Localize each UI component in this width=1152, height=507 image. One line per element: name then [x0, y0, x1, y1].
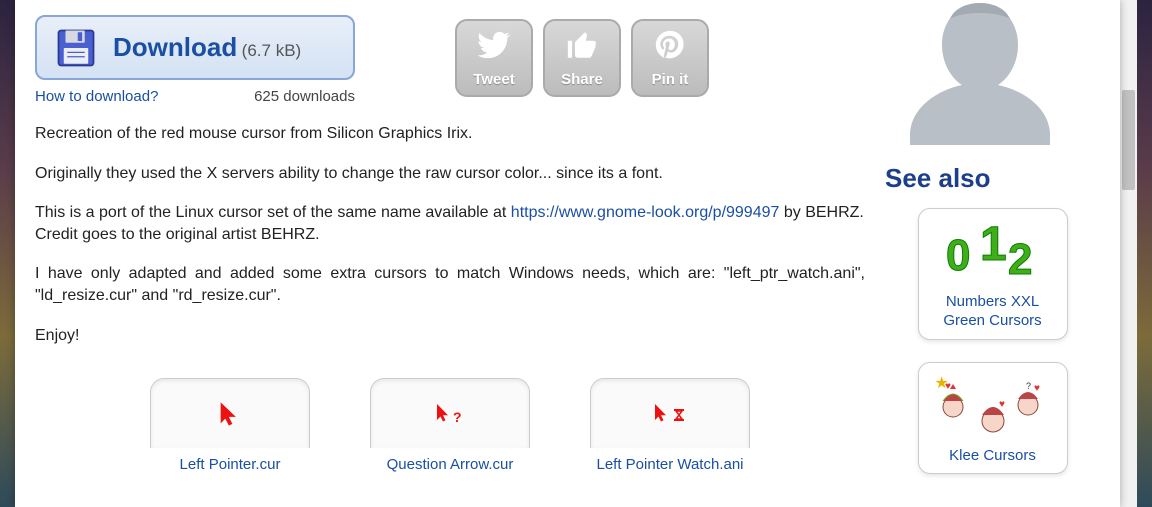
download-label: Download	[113, 32, 237, 62]
description-block: Recreation of the red mouse cursor from …	[35, 123, 865, 346]
desc-p4: I have only adapted and added some extra…	[35, 263, 865, 306]
sidebar: See also 0 1 2 Numbers XXL Green Cursors…	[885, 0, 1100, 496]
gnome-look-link[interactable]: https://www.gnome-look.org/p/999497	[511, 204, 780, 221]
how-to-download-link[interactable]: How to download?	[35, 88, 158, 105]
related-label: Numbers XXL Green Cursors	[927, 293, 1059, 331]
cursor-label: Left Pointer.cur	[180, 456, 281, 473]
share-buttons: Tweet Share Pin it	[455, 19, 709, 97]
cursor-preview: ?	[370, 378, 530, 448]
thumbs-up-icon	[565, 28, 599, 67]
tweet-button[interactable]: Tweet	[455, 19, 533, 97]
share-button[interactable]: Share	[543, 19, 621, 97]
download-size: (6.7 kB)	[242, 41, 302, 60]
bg-decoration-left	[0, 0, 15, 507]
desc-p5: Enjoy!	[35, 325, 865, 347]
cursor-item[interactable]: Left Pointer Watch.ani	[590, 378, 750, 473]
share-label: Share	[561, 71, 603, 88]
klee-icon: ♥ ♥ ? ♥	[933, 373, 1053, 439]
cursor-item[interactable]: Left Pointer.cur	[150, 378, 310, 473]
svg-text:?: ?	[453, 409, 462, 425]
avatar	[885, 0, 1075, 145]
cursor-preview	[150, 378, 310, 448]
numbers-xxl-icon: 0 1 2	[938, 222, 1048, 282]
see-also-heading: See also	[885, 163, 1100, 194]
pinit-label: Pin it	[652, 71, 689, 88]
cursor-gallery: Left Pointer.cur ? Question Arrow.cur L	[35, 378, 865, 473]
scrollbar-thumb[interactable]	[1122, 90, 1135, 190]
pinit-button[interactable]: Pin it	[631, 19, 709, 97]
page-container: Download (6.7 kB) How to download? 625 d…	[15, 0, 1120, 507]
avatar-icon	[890, 0, 1070, 145]
related-thumb: ★ ♥ ♥ ? ♥	[933, 371, 1053, 441]
download-count: 625 downloads	[254, 88, 355, 105]
svg-text:2: 2	[1008, 235, 1032, 282]
related-numbers-card[interactable]: 0 1 2 Numbers XXL Green Cursors	[918, 208, 1068, 340]
tweet-label: Tweet	[473, 71, 514, 88]
cursor-item[interactable]: ? Question Arrow.cur	[370, 378, 530, 473]
floppy-disk-icon	[55, 27, 97, 69]
related-klee-card[interactable]: ★ ♥ ♥ ? ♥	[918, 362, 1068, 475]
question-arrow-icon: ?	[433, 400, 467, 428]
cursor-preview	[590, 378, 750, 448]
pinterest-icon	[653, 28, 687, 67]
left-pointer-icon	[216, 400, 244, 428]
svg-text:0: 0	[946, 231, 970, 280]
twitter-icon	[477, 28, 511, 67]
related-thumb: 0 1 2	[933, 217, 1053, 287]
cursor-label: Left Pointer Watch.ani	[596, 456, 743, 473]
desc-p2: Originally they used the X servers abili…	[35, 163, 865, 185]
svg-text:♥: ♥	[1034, 383, 1040, 394]
scrollbar-track[interactable]	[1120, 0, 1137, 507]
svg-text:?: ?	[1026, 381, 1031, 391]
cursor-label: Question Arrow.cur	[387, 456, 514, 473]
star-icon: ★	[935, 373, 949, 393]
svg-text:♥: ♥	[999, 399, 1005, 410]
desc-p1: Recreation of the red mouse cursor from …	[35, 123, 865, 145]
main-column: Download (6.7 kB) How to download? 625 d…	[35, 15, 865, 473]
bg-decoration-right	[1137, 0, 1152, 507]
pointer-watch-icon	[651, 400, 689, 428]
related-label: Klee Cursors	[949, 447, 1036, 466]
desc-p3: This is a port of the Linux cursor set o…	[35, 202, 865, 245]
download-button[interactable]: Download (6.7 kB)	[35, 15, 355, 80]
svg-text:1: 1	[980, 222, 1007, 271]
